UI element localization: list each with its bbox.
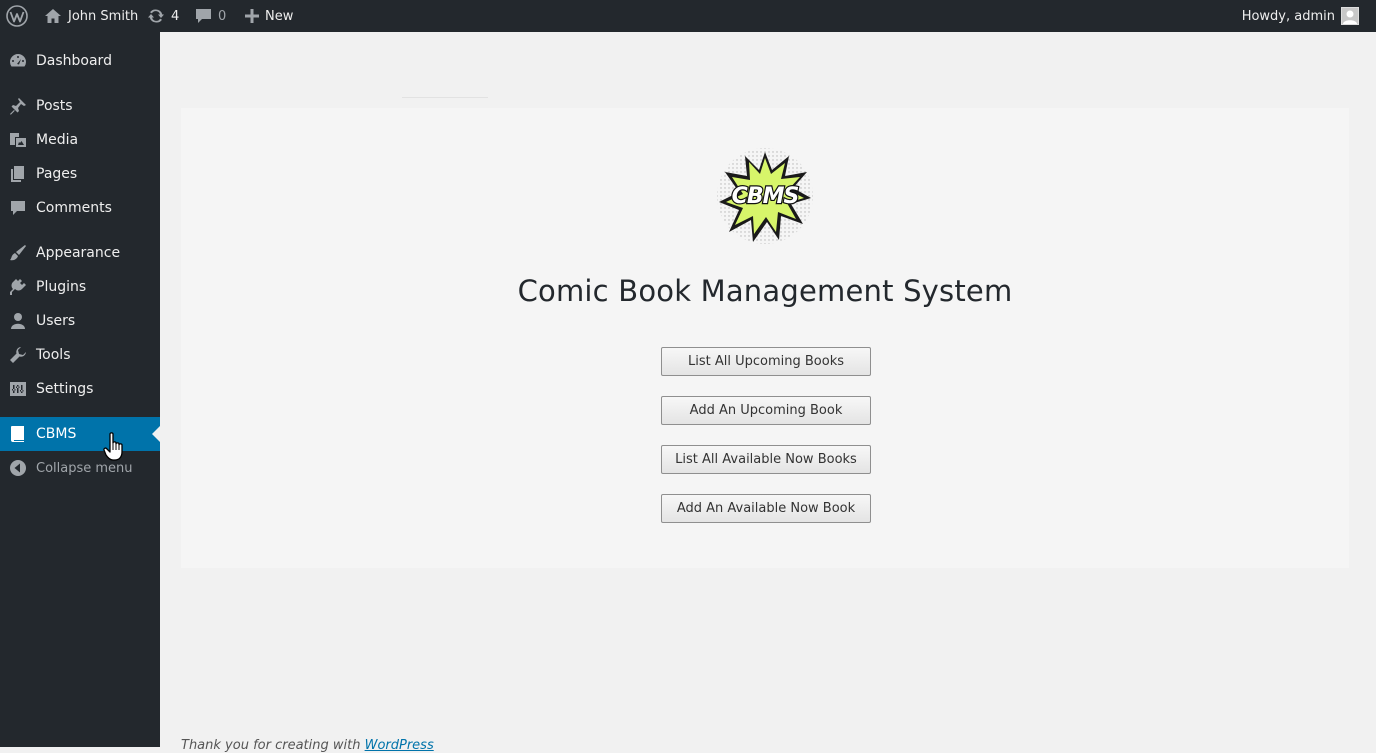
wordpress-logo-button[interactable] [6,0,30,32]
hand-cursor-icon [103,432,123,461]
wordpress-link[interactable]: WordPress [365,738,434,753]
menu-item-dashboard[interactable]: Dashboard [0,44,160,78]
menu-label-appearance: Appearance [36,245,121,261]
cbms-logo: CBMS [717,148,813,244]
menu-label-posts: Posts [36,98,73,114]
user-icon [8,311,28,331]
updates-count: 4 [171,8,180,24]
avatar [1341,7,1359,25]
admin-bar: John Smith 4 0 New Howdy, admin [0,0,1376,32]
new-label: New [265,8,294,24]
footer-thankyou: Thank you for creating with WordPress [181,738,434,753]
site-name-link[interactable]: John Smith [44,0,138,32]
logo-text: CBMS [732,184,799,209]
wordpress-icon [6,5,28,27]
my-account-link[interactable]: Howdy, admin [1242,0,1359,32]
admin-menu: Dashboard Posts Media Pages Comments App… [0,32,160,747]
settings-icon [8,379,28,399]
menu-label-dashboard: Dashboard [36,53,112,69]
menu-label-comments: Comments [36,200,112,216]
menu-item-users[interactable]: Users [0,304,160,338]
collapse-menu-label: Collapse menu [36,460,133,476]
add-available-book-button[interactable]: Add An Available Now Book [661,494,871,523]
list-upcoming-books-button[interactable]: List All Upcoming Books [661,347,871,376]
footer-text: Thank you for creating with [181,738,361,753]
updates-link[interactable]: 4 [147,0,179,32]
plug-icon [8,277,28,297]
home-icon [45,9,61,23]
add-upcoming-book-button[interactable]: Add An Upcoming Book [661,396,871,425]
comments-link[interactable]: 0 [195,0,226,32]
menu-item-comments[interactable]: Comments [0,191,160,225]
tab-indicator [402,97,488,98]
menu-item-pages[interactable]: Pages [0,157,160,191]
dashboard-icon [8,51,28,71]
book-icon [8,424,28,444]
brush-icon [8,243,28,263]
user-silhouette-icon [1343,10,1357,24]
menu-item-settings[interactable]: Settings [0,372,160,406]
comment-icon [8,198,28,218]
menu-label-settings: Settings [36,381,94,397]
refresh-icon [148,9,164,23]
menu-item-posts[interactable]: Posts [0,89,160,123]
menu-item-tools[interactable]: Tools [0,338,160,372]
menu-item-cbms[interactable]: CBMS [0,417,160,451]
menu-label-media: Media [36,132,79,148]
plus-icon [245,9,259,23]
collapse-menu-button[interactable]: Collapse menu [0,451,160,485]
menu-label-plugins: Plugins [36,279,87,295]
menu-item-media[interactable]: Media [0,123,160,157]
wrench-icon [8,345,28,365]
menu-label-pages: Pages [36,166,78,182]
list-available-books-button[interactable]: List All Available Now Books [661,445,871,474]
menu-item-appearance[interactable]: Appearance [0,236,160,270]
comment-icon [196,9,211,23]
media-icon [8,130,28,150]
pages-icon [8,164,28,184]
cbms-panel: CBMS Comic Book Management System List A… [181,108,1349,568]
greeting: Howdy, admin [1241,8,1335,24]
menu-label-cbms: CBMS [36,426,77,442]
new-content-link[interactable]: New [245,0,293,32]
collapse-icon [8,458,28,478]
page-title: Comic Book Management System [517,274,1013,308]
menu-item-plugins[interactable]: Plugins [0,270,160,304]
site-name: John Smith [68,8,139,24]
comments-count: 0 [218,8,227,24]
menu-label-users: Users [36,313,76,329]
pin-icon [8,96,28,116]
menu-label-tools: Tools [36,347,71,363]
